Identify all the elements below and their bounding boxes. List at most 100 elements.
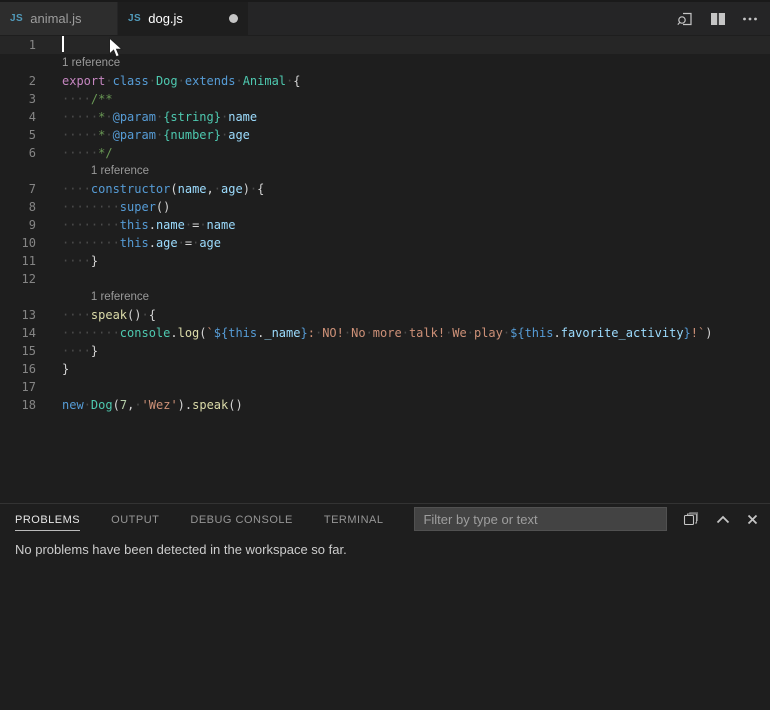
code-line[interactable]: 2export·class·Dog·extends·Animal·{: [0, 72, 770, 90]
code-token: {: [257, 182, 264, 196]
line-number: 12: [0, 270, 62, 288]
code-token: ): [705, 326, 712, 340]
whitespace-dots: ·····: [62, 128, 98, 142]
whitespace-dots: ·: [178, 74, 185, 88]
code-token: (): [156, 200, 170, 214]
line-number: 7: [0, 180, 62, 198]
vscode-window: JS animal.js JS dog.js: [0, 0, 770, 710]
code-line[interactable]: 6·····*/: [0, 144, 770, 162]
code-line[interactable]: 15····}: [0, 342, 770, 360]
code-token: @param: [113, 110, 156, 124]
code-token: age: [221, 182, 243, 196]
code-token: =: [185, 236, 192, 250]
line-number: 2: [0, 72, 62, 90]
code-line[interactable]: 12: [0, 270, 770, 288]
code-token: @param: [113, 128, 156, 142]
problems-status-message: No problems have been detected in the wo…: [0, 534, 770, 557]
code-token: this: [525, 326, 554, 340]
code-line[interactable]: 17: [0, 378, 770, 396]
code-token: super: [120, 200, 156, 214]
code-line[interactable]: 7····constructor(name,·age)·{: [0, 180, 770, 198]
code-editor[interactable]: 11 reference2export·class·Dog·extends·An…: [0, 35, 770, 503]
code-text: new·Dog(7,·'Wez').speak(): [62, 396, 243, 414]
code-line[interactable]: 9········this.name·=·name: [0, 216, 770, 234]
panel-tab-problems[interactable]: PROBLEMS: [15, 508, 80, 531]
code-token: No: [351, 326, 365, 340]
whitespace-dots: ·: [178, 236, 185, 250]
line-number: 11: [0, 252, 62, 270]
code-line[interactable]: 13····speak()·{: [0, 306, 770, 324]
tab-dog-js[interactable]: JS dog.js: [118, 2, 248, 35]
code-token: :: [308, 326, 315, 340]
tab-animal-js[interactable]: JS animal.js: [0, 2, 118, 35]
code-text: ····constructor(name,·age)·{: [62, 180, 264, 198]
code-token: 7: [120, 398, 127, 412]
code-token: speak: [192, 398, 228, 412]
codelens-row[interactable]: 1 reference: [0, 162, 770, 180]
code-token: name: [156, 218, 185, 232]
problems-filter-input[interactable]: [414, 507, 667, 531]
line-number: 15: [0, 342, 62, 360]
code-line[interactable]: 10········this.age·=·age: [0, 234, 770, 252]
line-number: 3: [0, 90, 62, 108]
code-token: talk!: [409, 326, 445, 340]
line-number: 5: [0, 126, 62, 144]
panel-tab-output[interactable]: OUTPUT: [111, 508, 159, 531]
whitespace-dots: ········: [62, 326, 120, 340]
code-line[interactable]: 14········console.log(`${this._name}:·NO…: [0, 324, 770, 342]
code-token: }: [91, 344, 98, 358]
panel-tab-debug-console[interactable]: DEBUG CONSOLE: [190, 508, 292, 531]
panel-tab-terminal[interactable]: TERMINAL: [324, 508, 384, 531]
code-text: }: [62, 360, 69, 378]
whitespace-dots: ·: [84, 398, 91, 412]
close-icon[interactable]: [747, 514, 758, 525]
split-editor-icon[interactable]: [710, 12, 726, 26]
code-line[interactable]: 18new·Dog(7,·'Wez').speak(): [0, 396, 770, 414]
code-token: 'Wez': [142, 398, 178, 412]
code-text: ·····*·@param·{number}·age: [62, 126, 250, 144]
whitespace-dots: ····: [62, 308, 91, 322]
code-token: {: [149, 308, 156, 322]
whitespace-dots: ·: [141, 308, 148, 322]
more-actions-icon[interactable]: [742, 12, 758, 26]
whitespace-dots: ·: [199, 218, 206, 232]
code-token: .: [149, 218, 156, 232]
code-line[interactable]: 3····/**: [0, 90, 770, 108]
code-text: ········console.log(`${this._name}:·NO!·…: [62, 324, 712, 342]
whitespace-dots: ·····: [62, 110, 98, 124]
code-line[interactable]: 11····}: [0, 252, 770, 270]
code-text: ········this.age·=·age: [62, 234, 221, 252]
stacked-squares-icon[interactable]: [683, 511, 699, 527]
line-number: [0, 288, 62, 306]
code-token: log: [178, 326, 200, 340]
code-text: ········super(): [62, 198, 170, 216]
code-line[interactable]: 4·····*·@param·{string}·name: [0, 108, 770, 126]
code-token: console: [120, 326, 171, 340]
code-line[interactable]: 1: [0, 36, 770, 54]
code-token: export: [62, 74, 105, 88]
code-token: (): [127, 308, 141, 322]
code-token: this: [120, 218, 149, 232]
code-token: }: [300, 326, 307, 340]
code-line[interactable]: 5·····*·@param·{number}·age: [0, 126, 770, 144]
code-text: ····}: [62, 252, 98, 270]
code-token: name: [207, 218, 236, 232]
chevron-up-icon[interactable]: [716, 515, 730, 524]
open-preview-icon[interactable]: [677, 11, 694, 27]
whitespace-dots: ····: [62, 254, 91, 268]
code-line[interactable]: 16}: [0, 360, 770, 378]
code-token: name: [178, 182, 207, 196]
unsaved-changes-dot[interactable]: [229, 14, 238, 23]
line-number: 16: [0, 360, 62, 378]
codelens-row[interactable]: 1 reference: [0, 288, 770, 306]
code-line[interactable]: 8········super(): [0, 198, 770, 216]
codelens-row[interactable]: 1 reference: [0, 54, 770, 72]
whitespace-dots: ·: [149, 74, 156, 88]
code-text: export·class·Dog·extends·Animal·{: [62, 72, 301, 90]
code-token: {: [293, 74, 300, 88]
whitespace-dots: ········: [62, 236, 120, 250]
whitespace-dots: ·: [235, 74, 242, 88]
whitespace-dots: ····: [62, 344, 91, 358]
line-number: 9: [0, 216, 62, 234]
code-token: Animal: [243, 74, 286, 88]
